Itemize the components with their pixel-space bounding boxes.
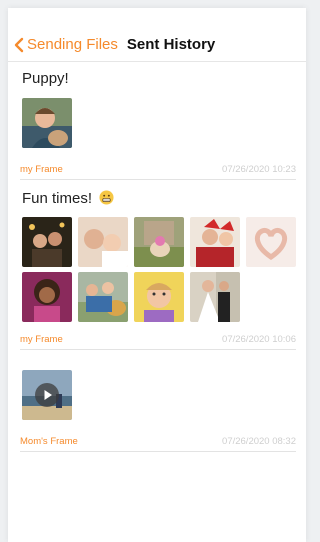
post-title-row: Fun times!: [22, 190, 114, 207]
frame-name[interactable]: Mom's Frame: [20, 436, 78, 447]
photo-thumbnail[interactable]: [134, 217, 184, 267]
frame-name[interactable]: my Frame: [20, 334, 63, 345]
grimacing-face-emoji-icon: [99, 190, 114, 205]
divider: [20, 349, 296, 350]
photo-thumbnail[interactable]: [190, 217, 240, 267]
post-meta: my Frame 07/26/2020 10:06: [20, 334, 296, 345]
photo-grid: [22, 370, 296, 420]
photo-thumbnail[interactable]: [22, 98, 72, 148]
photo-grid: [22, 98, 296, 148]
frame-name[interactable]: my Frame: [20, 164, 63, 175]
timestamp: 07/26/2020 10:06: [222, 334, 296, 345]
back-button[interactable]: Sending Files: [13, 36, 118, 53]
photo-thumbnail[interactable]: [78, 272, 128, 322]
photo-thumbnail[interactable]: [190, 272, 240, 322]
chevron-left-icon: [14, 37, 24, 52]
photo-thumbnail[interactable]: [78, 217, 128, 267]
photo-thumbnail[interactable]: [246, 217, 296, 267]
photo-thumbnail[interactable]: [22, 272, 72, 322]
play-icon[interactable]: [35, 383, 59, 407]
back-label: Sending Files: [27, 36, 118, 53]
photo-thumbnail[interactable]: [134, 272, 184, 322]
post-title: Fun times!: [22, 190, 93, 207]
photo-grid: [22, 217, 296, 322]
video-thumbnail[interactable]: [22, 370, 72, 420]
sent-history-screen: Sending Files Sent History Puppy! my Fra…: [8, 8, 306, 542]
post-meta: my Frame 07/26/2020 10:23: [20, 164, 296, 175]
timestamp: 07/26/2020 08:32: [222, 436, 296, 447]
timestamp: 07/26/2020 10:23: [222, 164, 296, 175]
post-title: Puppy!: [22, 70, 69, 87]
page-title: Sent History: [126, 36, 216, 53]
nav-header: Sending Files Sent History: [8, 28, 306, 62]
divider: [20, 179, 296, 180]
divider: [20, 451, 296, 452]
post-meta: Mom's Frame 07/26/2020 08:32: [20, 436, 296, 447]
photo-thumbnail[interactable]: [22, 217, 72, 267]
